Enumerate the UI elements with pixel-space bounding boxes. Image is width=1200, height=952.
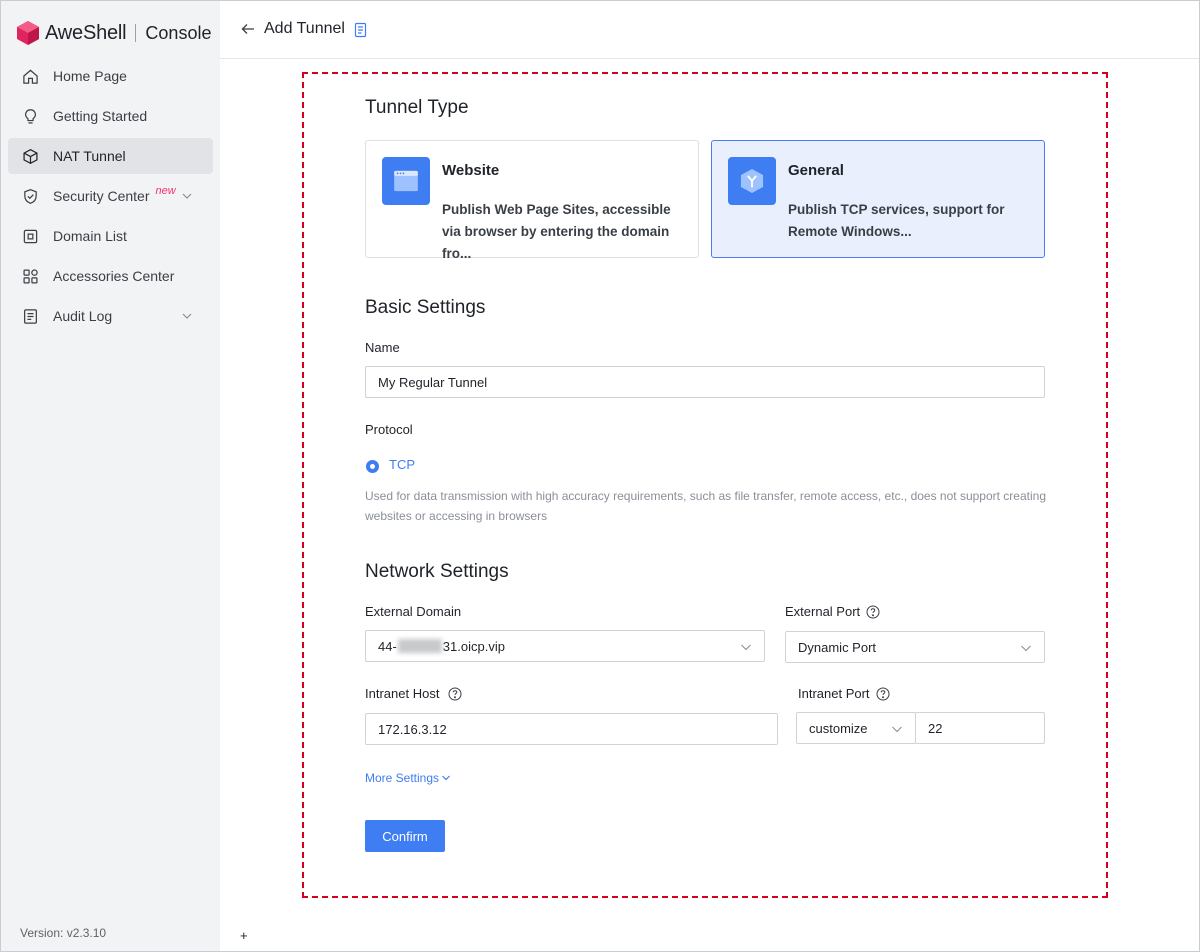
external-port-label-text: External Port xyxy=(785,604,861,619)
intranet-port-mode-value: customize xyxy=(809,720,868,736)
tunnel-type-title: Tunnel Type xyxy=(365,97,469,118)
name-label: Name xyxy=(365,340,400,355)
cube-icon xyxy=(21,147,39,165)
domain-prefix: 44- xyxy=(378,638,397,654)
external-port-value: Dynamic Port xyxy=(798,639,877,655)
name-label-text: Name xyxy=(365,340,400,355)
basic-settings-title: Basic Settings xyxy=(365,297,486,318)
card-title: Website xyxy=(442,162,500,179)
chevron-down-icon xyxy=(1021,645,1031,652)
sidebar-item-domain-list[interactable]: Domain List xyxy=(8,218,213,254)
sidebar-item-label: Home Page xyxy=(53,68,127,84)
sidebar-item-home-page[interactable]: Home Page xyxy=(8,58,213,94)
card-description: Publish TCP services, support for Remote… xyxy=(788,202,1005,239)
tcp-radio[interactable] xyxy=(366,460,379,473)
home-icon xyxy=(21,67,39,85)
name-input[interactable]: My Regular Tunnel xyxy=(365,366,1045,398)
chevron-down-icon xyxy=(741,644,751,651)
card-description: Publish Web Page Sites, accessible via b… xyxy=(442,202,671,261)
sidebar-item-security-center[interactable]: Security Center new xyxy=(8,178,213,214)
chevron-down-icon[interactable] xyxy=(181,310,193,322)
help-icon[interactable] xyxy=(448,687,462,701)
card-title: General xyxy=(788,162,844,179)
intranet-host-label-text: Intranet Host xyxy=(365,686,440,701)
external-port-select[interactable]: Dynamic Port xyxy=(785,631,1045,663)
page-header: Add Tunnel xyxy=(220,1,1199,59)
version-text: Version: v2.3.10 xyxy=(20,926,107,940)
intranet-port-label-text: Intranet Port xyxy=(798,686,870,701)
sidebar-item-label: Getting Started xyxy=(53,108,148,124)
more-settings-link[interactable]: More Settings xyxy=(365,771,451,785)
sidebar-item-label: Accessories Center xyxy=(53,268,175,284)
lightbulb-icon xyxy=(21,107,39,125)
protocol-hint: Used for data transmission with high acc… xyxy=(365,489,1046,523)
browser-window-icon xyxy=(382,157,430,205)
sidebar-item-label: Domain List xyxy=(53,228,127,244)
sidebar: AweShell Console Home Page Getting Start… xyxy=(1,1,220,951)
more-settings-label: More Settings xyxy=(365,771,440,785)
network-settings-title: Network Settings xyxy=(365,561,509,582)
brand-name: AweShell xyxy=(45,21,127,44)
protocol-label-text: Protocol xyxy=(365,422,413,437)
external-port-label: External Port xyxy=(785,604,880,619)
sidebar-item-audit-log[interactable]: Audit Log xyxy=(8,298,213,334)
intranet-port-input[interactable]: 22 xyxy=(915,712,1045,744)
domain-icon xyxy=(21,227,39,245)
protocol-label: Protocol xyxy=(365,422,413,437)
brand-console: Console xyxy=(145,22,212,43)
tunnel-type-card-general[interactable]: General Publish TCP services, support fo… xyxy=(711,140,1045,258)
intranet-port-label: Intranet Port xyxy=(798,686,890,701)
sidebar-item-label: Audit Log xyxy=(53,308,113,324)
redacted-text xyxy=(397,639,442,653)
document-icon[interactable] xyxy=(354,22,368,38)
sidebar-item-label: Security Center xyxy=(53,188,150,204)
sidebar-item-label: NAT Tunnel xyxy=(53,148,126,164)
tcp-radio-label[interactable]: TCP xyxy=(389,457,415,472)
sidebar-item-accessories-center[interactable]: Accessories Center xyxy=(8,258,213,294)
hexagon-y-icon xyxy=(728,157,776,205)
sidebar-item-getting-started[interactable]: Getting Started xyxy=(8,98,213,134)
intranet-port-mode-select[interactable]: customize xyxy=(796,712,916,744)
brand-divider xyxy=(135,24,137,42)
chevron-down-icon xyxy=(442,775,450,781)
external-domain-label-text: External Domain xyxy=(365,604,462,619)
help-icon[interactable] xyxy=(876,687,890,701)
log-icon xyxy=(21,307,39,325)
domain-suffix: 31.oicp.vip xyxy=(442,638,505,654)
external-domain-label: External Domain xyxy=(365,604,461,619)
shield-icon xyxy=(21,187,39,205)
tunnel-type-card-website[interactable]: Website Publish Web Page Sites, accessib… xyxy=(365,140,699,261)
sidebar-nav: Home Page Getting Started NAT Tunnel Sec… xyxy=(8,58,213,338)
external-domain-select[interactable]: 44- 31.oicp.vip xyxy=(365,630,765,662)
back-arrow-icon[interactable] xyxy=(240,21,256,37)
page-title: Add Tunnel xyxy=(264,20,345,37)
help-icon[interactable] xyxy=(866,605,880,619)
intranet-host-input[interactable]: 172.16.3.12 xyxy=(365,713,778,745)
new-badge: new xyxy=(155,185,176,197)
grid-icon xyxy=(21,267,39,285)
sidebar-item-nat-tunnel[interactable]: NAT Tunnel xyxy=(8,138,213,174)
brand[interactable]: AweShell Console xyxy=(16,18,211,48)
brand-logo-icon xyxy=(17,21,39,45)
chevron-down-icon[interactable] xyxy=(181,190,193,202)
confirm-button[interactable]: Confirm xyxy=(365,820,445,852)
plus-mark: + xyxy=(240,928,248,943)
intranet-host-label: Intranet Host xyxy=(365,686,462,701)
chevron-down-icon xyxy=(892,726,902,733)
